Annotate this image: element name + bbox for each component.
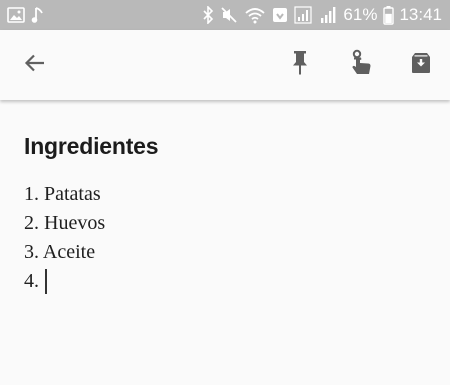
list-item: 1. Patatas [24,180,424,209]
status-bar-left [7,6,51,24]
back-button[interactable] [12,30,58,100]
gallery-icon [7,7,25,23]
pin-icon [290,50,310,81]
battery-percent: 61% [343,5,378,24]
status-bar: 61% 13:41 [0,0,450,30]
archive-button[interactable] [400,30,442,100]
data-saver-icon [272,7,288,23]
wifi-icon [244,6,266,24]
mute-icon [220,6,238,24]
list-item-text: 1. Patatas [24,183,101,205]
battery-icon [383,5,395,25]
note-editor: Ingredientes 1. Patatas 2. Huevos 3. Ace… [0,100,450,385]
list-item-text: 4. [24,270,39,292]
text-cursor [45,269,47,294]
note-toolbar [0,30,450,100]
signal-icon [294,6,314,24]
list-item: 4. [24,267,424,296]
bluetooth-icon [202,6,214,24]
list-item-text: 2. Huevos [24,212,106,234]
note-body[interactable]: 1. Patatas 2. Huevos 3. Aceite 4. [24,180,424,296]
list-item: 2. Huevos [24,209,424,238]
clock: 13:41 [399,5,442,24]
pin-button[interactable] [280,30,320,100]
reminder-button[interactable] [339,30,383,100]
back-arrow-icon [23,51,47,80]
list-item: 3. Aceite [24,238,424,267]
archive-icon [409,51,433,80]
list-item-text: 3. Aceite [24,241,96,263]
status-bar-right: 61% 13:41 [196,5,442,25]
music-note-icon [31,6,45,24]
note-title[interactable]: Ingredientes [24,133,159,160]
signal-icon [320,6,338,24]
reminder-icon [348,49,374,82]
